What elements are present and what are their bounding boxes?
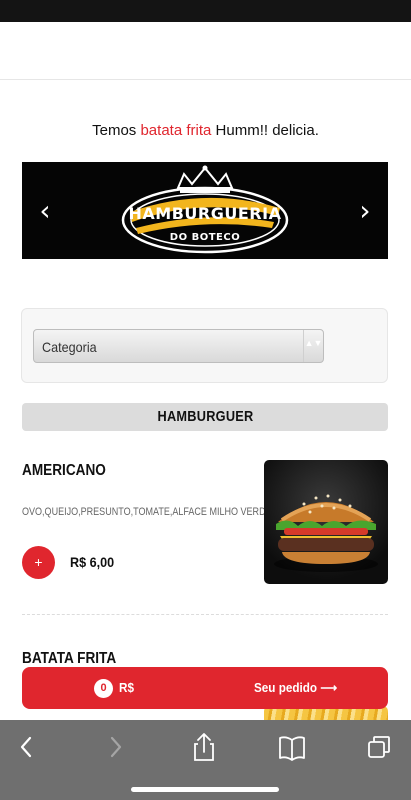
add-to-cart-button[interactable]: +	[22, 546, 55, 579]
back-icon[interactable]	[6, 732, 46, 762]
chevron-left-icon[interactable]: ‹	[32, 196, 58, 226]
section-title: HAMBURGUER	[156, 408, 254, 425]
forward-icon[interactable]	[96, 732, 136, 762]
product-name[interactable]: BATATA FRITA	[22, 650, 116, 668]
brand-logo: HAMBURGUERIA DO BOTECO	[118, 164, 292, 257]
burger-illustration	[274, 494, 378, 572]
status-bar	[0, 0, 411, 22]
product-price: R$ 6,00	[70, 554, 115, 570]
promo-text: Temos batata frita Humm!! delicia.	[0, 122, 411, 139]
logo-subtitle: DO BOTECO	[169, 232, 241, 243]
category-select[interactable]: Categoria ▲▼	[33, 329, 324, 363]
order-cta-label: Seu pedido	[254, 680, 318, 695]
chevron-down-icon: ▲▼	[303, 330, 323, 362]
product-description: OVO,QUEIJO,PRESUNTO,TOMATE,ALFACE MILHO …	[22, 506, 272, 518]
arrow-right-icon: ⟶	[320, 680, 338, 695]
home-indicator	[131, 787, 279, 792]
promo-text-start: Temos	[92, 122, 141, 139]
order-bar[interactable]: 0 R$ Seu pedido ⟶	[22, 667, 388, 709]
share-icon[interactable]	[184, 732, 224, 762]
banner-carousel: ‹ HAMBURGUERIA DO BOTECO ›	[22, 162, 388, 259]
product-divider	[22, 614, 388, 615]
product-image[interactable]	[264, 460, 388, 584]
cart-count-badge: 0	[94, 679, 113, 698]
promo-text-end: Humm!! delicia.	[211, 122, 319, 139]
order-cta[interactable]: Seu pedido ⟶	[254, 680, 337, 696]
cart-total: R$	[119, 680, 134, 695]
section-header: HAMBURGUER	[22, 403, 388, 431]
tabs-icon[interactable]	[360, 732, 400, 762]
category-select-value: Categoria	[42, 339, 97, 355]
filter-card: Categoria ▲▼	[21, 308, 388, 383]
logo-title: HAMBURGUERIA	[128, 204, 282, 223]
bookmarks-icon[interactable]	[272, 732, 312, 762]
site-header	[0, 22, 411, 80]
promo-highlight: batata frita	[140, 122, 212, 139]
chevron-right-icon[interactable]: ›	[352, 196, 378, 226]
product-name[interactable]: AMERICANO	[22, 462, 106, 480]
